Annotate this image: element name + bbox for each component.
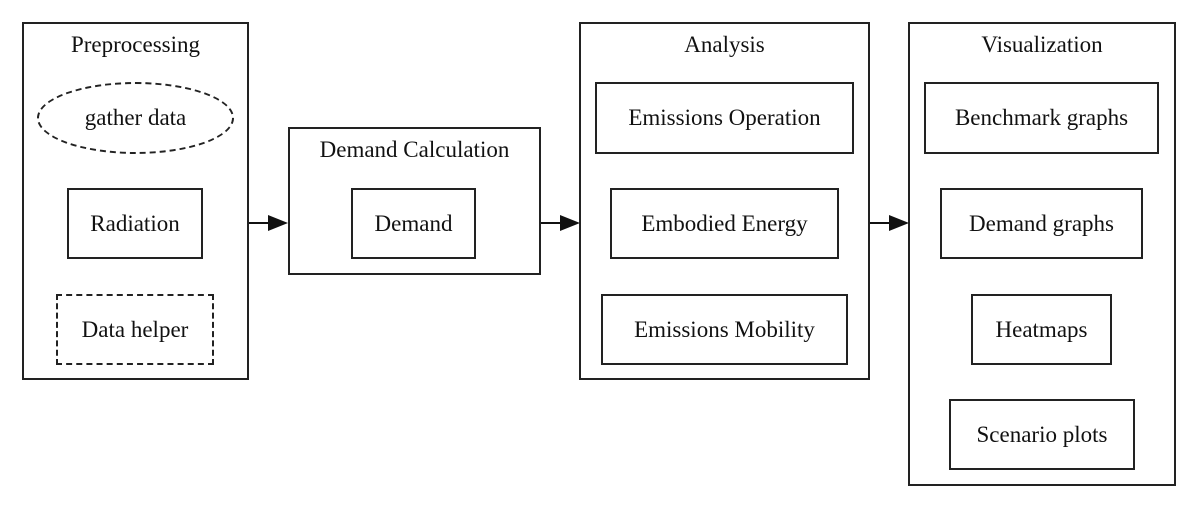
edge-preprocessing-to-demand-calculation: [249, 215, 288, 231]
node-emissions-operation[interactable]: Emissions Operation: [595, 82, 854, 154]
cluster-title-demand-calculation: Demand Calculation: [319, 137, 510, 162]
node-embodied-energy[interactable]: Embodied Energy: [610, 188, 839, 259]
node-benchmark-graphs[interactable]: Benchmark graphs: [924, 82, 1159, 154]
node-heatmaps[interactable]: Heatmaps: [971, 294, 1112, 365]
cluster-title-analysis: Analysis: [684, 32, 765, 57]
node-demand-graphs[interactable]: Demand graphs: [940, 188, 1143, 259]
node-demand[interactable]: Demand: [351, 188, 476, 259]
arrowhead-icon: [268, 215, 288, 231]
node-gather-data[interactable]: gather data: [37, 82, 234, 154]
node-scenario-plots[interactable]: Scenario plots: [949, 399, 1135, 470]
arrowhead-icon: [560, 215, 580, 231]
cluster-title-preprocessing: Preprocessing: [70, 32, 201, 57]
edge-analysis-to-visualization: [870, 215, 909, 231]
node-emissions-mobility[interactable]: Emissions Mobility: [601, 294, 848, 365]
node-data-helper[interactable]: Data helper: [56, 294, 214, 365]
edge-demand-calculation-to-analysis: [541, 215, 580, 231]
arrowhead-icon: [889, 215, 909, 231]
cluster-title-visualization: Visualization: [981, 32, 1103, 57]
node-radiation[interactable]: Radiation: [67, 188, 203, 259]
